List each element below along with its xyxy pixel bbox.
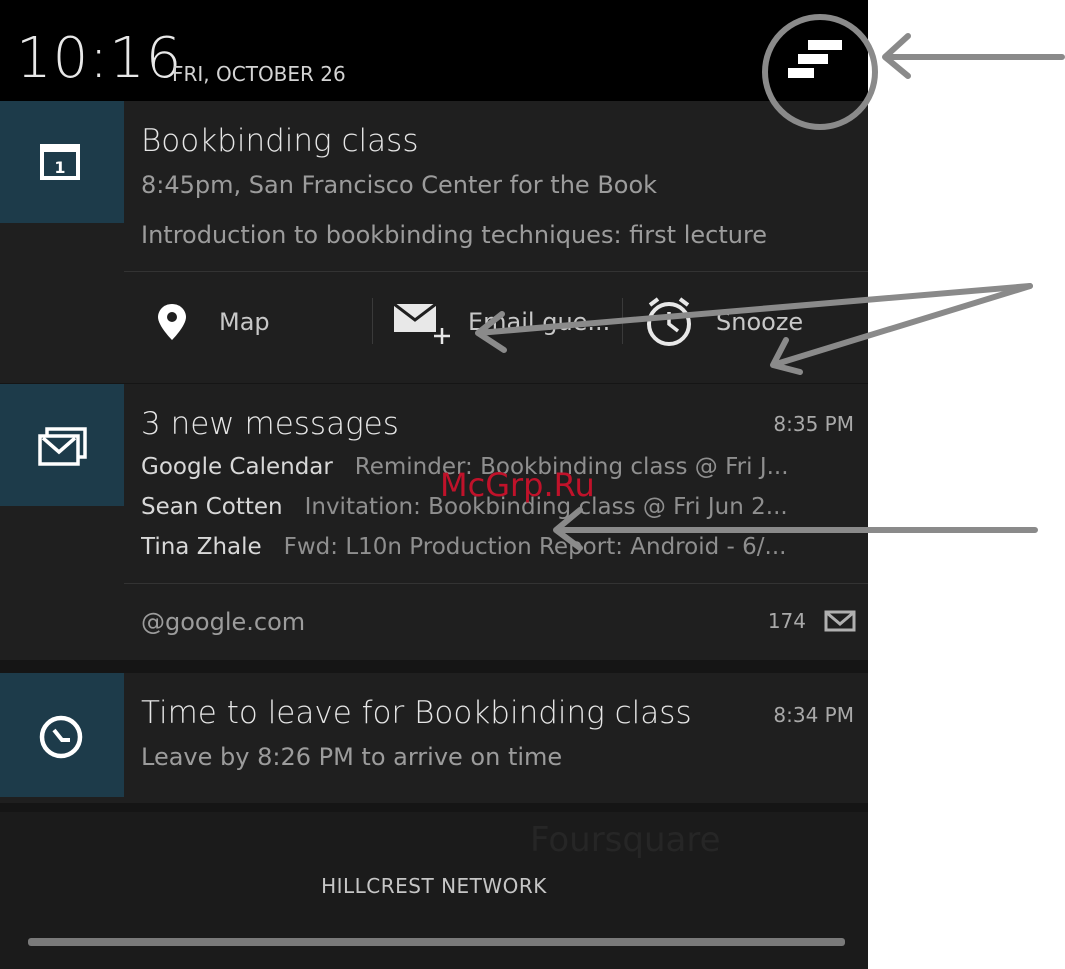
annotation-arrow xyxy=(882,33,1065,79)
annotation-arrow xyxy=(553,507,1038,551)
annotation-overlay xyxy=(475,14,1065,551)
highlight-circle xyxy=(762,14,878,130)
annotation-arrow xyxy=(475,283,1033,353)
